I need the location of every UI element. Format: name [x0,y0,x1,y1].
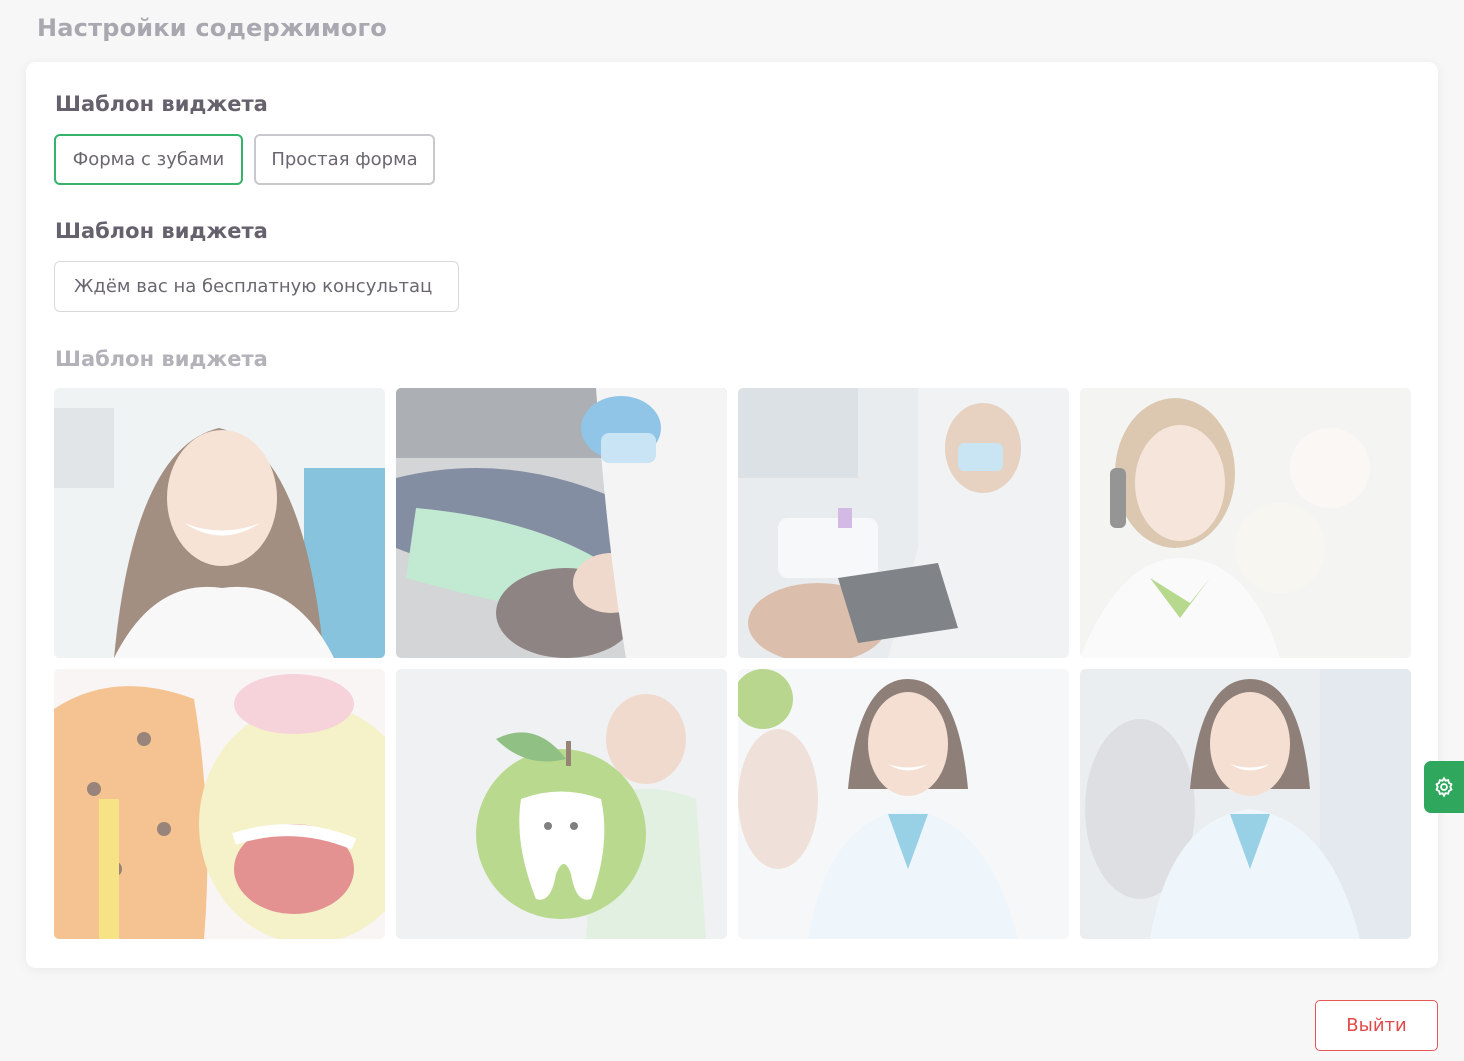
image-option-4[interactable] [1080,388,1411,658]
male-dentist-with-patient-photo [738,388,1069,658]
dentist-treating-patient-photo [396,388,727,658]
template-option-teeth-form[interactable]: Форма с зубами [54,134,243,185]
image-option-1[interactable] [54,388,385,658]
image-option-3[interactable] [738,388,1069,658]
image-option-5[interactable] [54,669,385,939]
image-option-2[interactable] [396,388,727,658]
image-option-7[interactable] [738,669,1069,939]
female-doctor-clinic-photo [1080,669,1411,939]
widget-heading-input[interactable] [54,261,459,312]
smiling-woman-dental-chair-photo [54,388,385,658]
content-settings-card: Шаблон виджета Форма с зубами Простая фо… [26,62,1438,968]
gear-icon [1435,776,1453,798]
image-option-8[interactable] [1080,669,1411,939]
settings-side-tab[interactable] [1424,761,1464,813]
widget-template-label: Шаблон виджета [55,92,268,116]
apple-with-tooth-photo [396,669,727,939]
widget-heading-label: Шаблон виджета [55,219,268,243]
toy-with-teeth-model-photo [54,669,385,939]
image-grid [54,388,1411,939]
receptionist-on-phone-photo [1080,388,1411,658]
template-option-simple-form[interactable]: Простая форма [254,134,435,185]
image-option-6[interactable] [396,669,727,939]
widget-image-label: Шаблон виджета [55,347,268,371]
logout-button[interactable]: Выйти [1315,1000,1438,1051]
page-title: Настройки содержимого [37,14,387,42]
female-doctor-white-coat-photo [738,669,1069,939]
